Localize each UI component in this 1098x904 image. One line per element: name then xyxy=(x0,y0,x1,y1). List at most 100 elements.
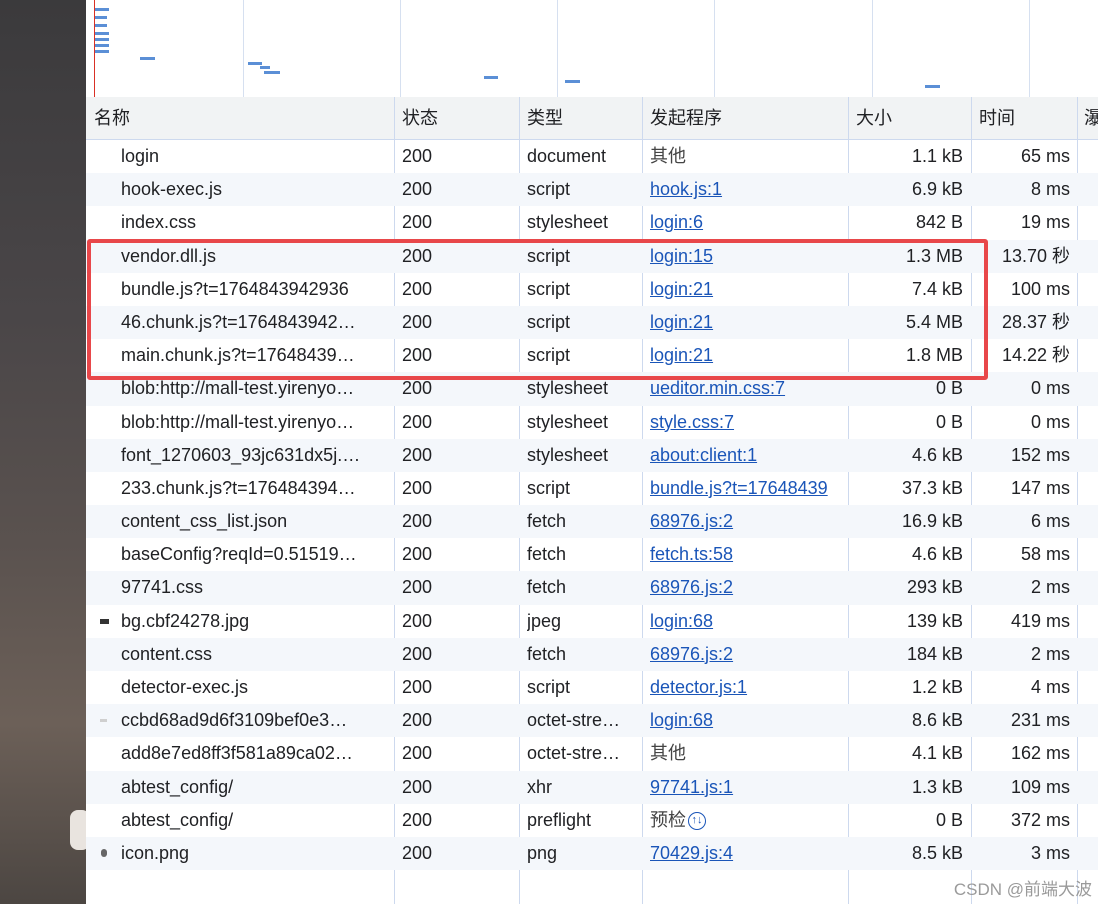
initiator-link[interactable]: login:21 xyxy=(650,345,713,365)
request-time: 14.22 秒 xyxy=(1001,345,1070,366)
table-row[interactable]: add8e7ed8ff3f581a89ca02… 200 octet-stre… 其他… xyxy=(86,737,1098,770)
table-row[interactable]: hook-exec.js 200 script hook.js:1 6.9 kB 8 ms xyxy=(86,173,1098,207)
request-time: 8 ms xyxy=(1030,179,1070,200)
overview-bar xyxy=(484,76,498,79)
initiator-link[interactable]: detector.js:1 xyxy=(650,677,747,697)
table-row[interactable]: detector-exec.js 200 script detector.js:1 1.… xyxy=(86,671,1098,704)
initiator-link[interactable]: bundle.js?t=17648439 xyxy=(650,478,828,498)
initiator-link[interactable]: login:68 xyxy=(650,611,713,631)
request-size: 139 kB xyxy=(906,610,963,631)
initiator-link[interactable]: 68976.js:2 xyxy=(650,644,733,664)
request-status: 200 xyxy=(402,743,433,764)
request-size: 5.4 MB xyxy=(905,311,963,332)
request-type: stylesheet xyxy=(527,378,609,399)
initiator-link[interactable]: 97741.js:1 xyxy=(650,777,733,797)
request-time: 6 ms xyxy=(1030,511,1070,532)
initiator-link[interactable]: login:68 xyxy=(650,710,713,730)
table-row[interactable]: main.chunk.js?t=17648439… 200 script login:… xyxy=(86,339,1098,372)
request-size: 37.3 kB xyxy=(901,477,963,498)
column-header-size[interactable]: 大小 xyxy=(848,97,971,139)
request-name: index.css xyxy=(121,212,197,233)
request-size: 0 B xyxy=(935,378,963,399)
request-time: 152 ms xyxy=(1010,444,1070,465)
column-header-waterfall[interactable]: 瀑 xyxy=(1077,97,1098,139)
request-initiator: detector.js:1 xyxy=(650,671,848,704)
request-status: 200 xyxy=(402,444,433,465)
table-row[interactable]: 97741.css 200 fetch 68976.js:2 293 kB 2 ms xyxy=(86,571,1098,605)
request-status: 200 xyxy=(402,378,433,399)
initiator-link[interactable]: style.css:7 xyxy=(650,412,734,432)
request-size: 7.4 kB xyxy=(911,278,963,299)
column-header-initiator[interactable]: 发起程序 xyxy=(642,97,848,139)
request-size: 1.8 MB xyxy=(905,345,963,366)
table-row[interactable]: login 200 document 其他 1.1 kB 65 ms xyxy=(86,140,1098,173)
initiator-text: 其他 xyxy=(650,146,686,166)
initiator-link[interactable]: fetch.ts:58 xyxy=(650,544,733,564)
request-size: 6.9 kB xyxy=(911,179,963,200)
table-row[interactable]: 233.chunk.js?t=176484394… 200 script bundle… xyxy=(86,472,1098,505)
initiator-link[interactable]: about:client:1 xyxy=(650,445,757,465)
table-row[interactable]: bg.cbf24278.jpg 200 jpeg login:68 139 kB 419 … xyxy=(86,605,1098,638)
overview-bar xyxy=(248,62,262,65)
initiator-link[interactable]: hook.js:1 xyxy=(650,179,722,199)
request-initiator: bundle.js?t=17648439 xyxy=(650,472,848,505)
request-name: ccbd68ad9d6f3109bef0e3… xyxy=(121,710,348,731)
initiator-link[interactable]: 68976.js:2 xyxy=(650,577,733,597)
table-row[interactable]: abtest_config/200 preflight 预检 ↑↓ 0 B 372 ms xyxy=(86,804,1098,837)
request-initiator: 其他 xyxy=(650,737,848,770)
initiator-link[interactable]: login:6 xyxy=(650,212,703,232)
column-header-time[interactable]: 时间 xyxy=(971,97,1077,139)
overview-gridline xyxy=(400,0,401,97)
column-header-type[interactable]: 类型 xyxy=(519,97,642,139)
request-status: 200 xyxy=(402,146,433,166)
request-name: 97741.css xyxy=(121,577,204,598)
initiator-link[interactable]: login:15 xyxy=(650,246,713,266)
request-time: 0 ms xyxy=(1030,411,1070,432)
table-row[interactable]: content_css_list.json 200 fetch 68976.js:2 1… xyxy=(86,505,1098,539)
request-initiator: ueditor.min.css:7 xyxy=(650,372,848,405)
preflight-info-icon[interactable]: ↑↓ xyxy=(688,812,706,830)
table-row[interactable]: ccbd68ad9d6f3109bef0e3… 200 octet-stre… log… xyxy=(86,704,1098,738)
table-row[interactable]: blob:http://mall-test.yirenyo… 200 stylesh… xyxy=(86,406,1098,439)
table-row[interactable]: index.css 200 stylesheet login:6 842 B 19 ms xyxy=(86,206,1098,239)
request-type: script xyxy=(527,345,571,366)
column-header-status[interactable]: 状态 xyxy=(394,97,519,139)
overview-bar xyxy=(95,16,107,19)
request-time: 65 ms xyxy=(1020,146,1070,166)
request-time: 2 ms xyxy=(1030,643,1070,664)
request-initiator: 68976.js:2 xyxy=(650,505,848,538)
table-row[interactable]: content.css 200 fetch 68976.js:2 184 kB 2 ms xyxy=(86,637,1098,671)
request-status: 200 xyxy=(402,411,433,432)
request-initiator: login:21 xyxy=(650,306,848,339)
request-time: 28.37 秒 xyxy=(1001,311,1070,332)
table-row[interactable]: baseConfig?reqId=0.51519… 200 fetch fetch.t… xyxy=(86,538,1098,571)
request-size: 1.1 kB xyxy=(911,146,963,166)
table-row[interactable]: blob:http://mall-test.yirenyo… 200 stylesh… xyxy=(86,372,1098,406)
request-time: 372 ms xyxy=(1010,809,1070,830)
table-row[interactable]: vendor.dll.js 200 script login:15 1.3 MB 13.7… xyxy=(86,239,1098,273)
request-initiator: 70429.js:4 xyxy=(650,837,848,870)
request-name: hook-exec.js xyxy=(121,179,223,200)
initiator-link[interactable]: 68976.js:2 xyxy=(650,511,733,531)
initiator-link[interactable]: login:21 xyxy=(650,279,713,299)
request-type: png xyxy=(527,842,558,863)
table-row[interactable]: abtest_config/200 xhr 97741.js:1 1.3 kB 109 … xyxy=(86,770,1098,804)
table-row[interactable]: bundle.js?t=1764843942936 200 script login:… xyxy=(86,273,1098,306)
initiator-link[interactable]: ueditor.min.css:7 xyxy=(650,378,785,398)
request-time: 231 ms xyxy=(1010,710,1070,731)
overview-gridline xyxy=(1029,0,1030,97)
request-status: 200 xyxy=(402,212,433,233)
request-type: fetch xyxy=(527,643,567,664)
table-row[interactable]: 46.chunk.js?t=1764843942… 200 script login:… xyxy=(86,305,1098,340)
network-overview[interactable] xyxy=(86,0,1098,98)
table-row[interactable]: icon.png 200 png 70429.js:4 8.5 kB 3 ms xyxy=(86,836,1098,871)
request-time: 419 ms xyxy=(1010,610,1070,631)
overview-gridline xyxy=(557,0,558,97)
initiator-link[interactable]: login:21 xyxy=(650,312,713,332)
initiator-link[interactable]: 70429.js:4 xyxy=(650,843,733,863)
request-initiator: login:21 xyxy=(650,273,848,306)
request-initiator: login:21 xyxy=(650,339,848,372)
overview-bar xyxy=(95,50,109,53)
column-header-name[interactable]: 名称 xyxy=(86,97,394,139)
table-row[interactable]: font_1270603_93jc631dx5j.… 200 stylesheet a… xyxy=(86,438,1098,472)
